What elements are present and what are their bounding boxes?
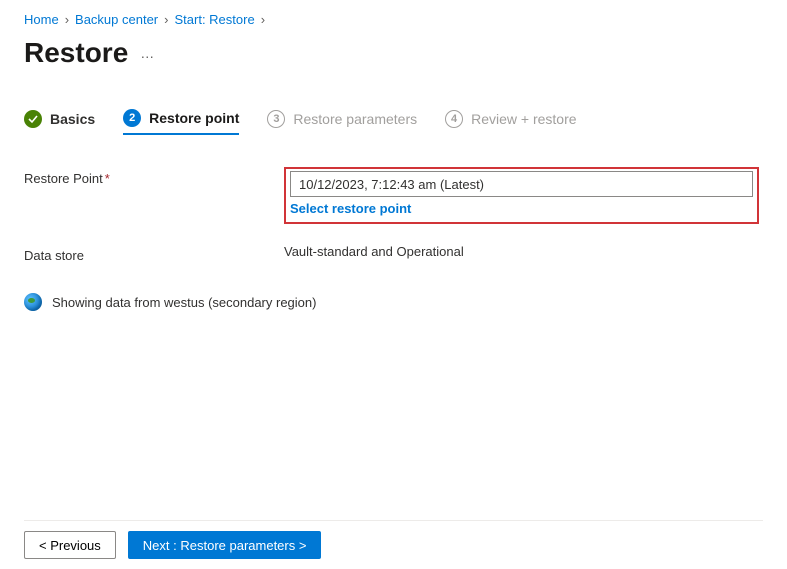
step-number-icon: 2 — [123, 109, 141, 127]
next-button[interactable]: Next : Restore parameters > — [128, 531, 322, 559]
row-restore-point: Restore Point* Select restore point — [24, 167, 763, 224]
previous-button[interactable]: < Previous — [24, 531, 116, 559]
step-restore-point[interactable]: 2 Restore point — [123, 109, 239, 135]
step-basics[interactable]: Basics — [24, 110, 95, 134]
chevron-right-icon: › — [65, 12, 69, 27]
chevron-right-icon: › — [261, 12, 265, 27]
highlight-box: Select restore point — [284, 167, 759, 224]
select-restore-point-link[interactable]: Select restore point — [290, 201, 411, 216]
step-review-restore[interactable]: 4 Review + restore — [445, 110, 576, 134]
data-store-value: Vault-standard and Operational — [284, 244, 763, 259]
breadcrumb-start-restore[interactable]: Start: Restore — [174, 12, 254, 27]
breadcrumb: Home › Backup center › Start: Restore › — [24, 12, 763, 27]
breadcrumb-home[interactable]: Home — [24, 12, 59, 27]
breadcrumb-backup-center[interactable]: Backup center — [75, 12, 158, 27]
region-info: Showing data from westus (secondary regi… — [24, 293, 763, 311]
globe-icon — [24, 293, 42, 311]
check-icon — [24, 110, 42, 128]
more-icon[interactable]: … — [140, 45, 155, 61]
wizard-footer: < Previous Next : Restore parameters > — [24, 520, 763, 559]
restore-point-input[interactable] — [290, 171, 753, 197]
restore-point-label: Restore Point* — [24, 167, 284, 186]
page-title: Restore — [24, 37, 128, 69]
step-number-icon: 3 — [267, 110, 285, 128]
region-info-text: Showing data from westus (secondary regi… — [52, 295, 316, 310]
required-asterisk: * — [105, 171, 110, 186]
step-label: Review + restore — [471, 111, 576, 127]
step-label: Basics — [50, 111, 95, 127]
wizard-steps: Basics 2 Restore point 3 Restore paramet… — [24, 109, 763, 135]
data-store-label: Data store — [24, 244, 284, 263]
chevron-right-icon: › — [164, 12, 168, 27]
step-restore-parameters[interactable]: 3 Restore parameters — [267, 110, 417, 134]
step-label: Restore point — [149, 110, 239, 126]
step-label: Restore parameters — [293, 111, 417, 127]
row-data-store: Data store Vault-standard and Operationa… — [24, 244, 763, 263]
step-number-icon: 4 — [445, 110, 463, 128]
label-text: Restore Point — [24, 171, 103, 186]
